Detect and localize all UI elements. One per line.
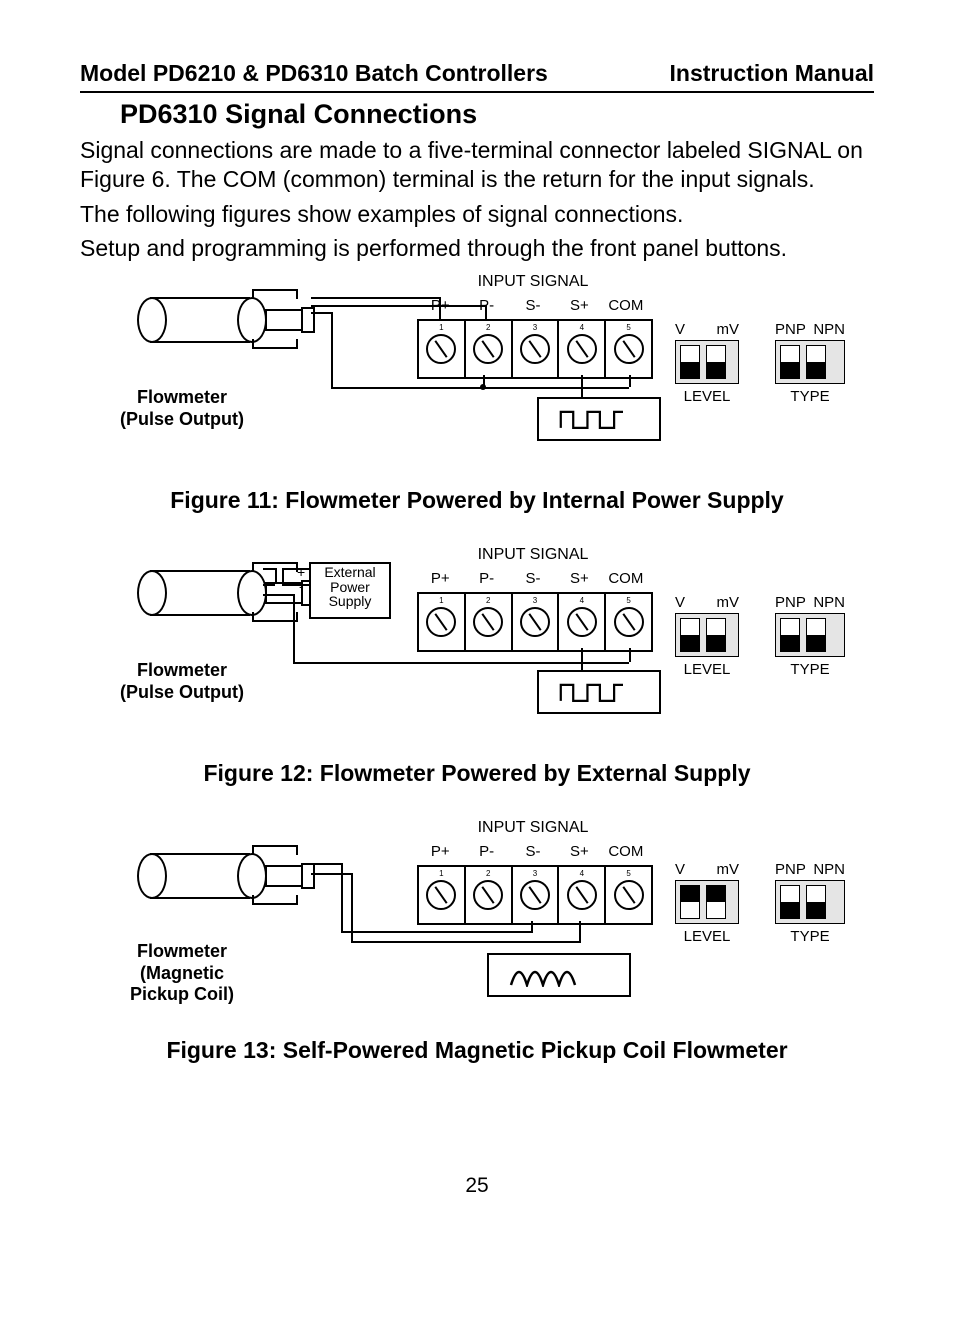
input-signal-title: INPUT SIGNAL [417,546,649,564]
terminal-block: 1 2 3 4 5 [417,592,653,652]
header-right: Instruction Manual [670,60,874,87]
level-switch: V mV LEVEL [675,594,739,678]
terminal-pin-labels: P+ P- S- S+ COM [417,570,649,587]
level-switch: V mV LEVEL [675,861,739,945]
page-number: 25 [80,1174,874,1198]
paragraph-1: Signal connections are made to a five-te… [80,136,874,194]
figure-13-diagram: Flowmeter (Magnetic Pickup Coil) INPUT S… [87,823,867,1023]
terminal-block: 1 2 3 4 5 [417,319,653,379]
section-title: PD6310 Signal Connections [120,99,874,130]
type-switch: PNP NPN TYPE [775,321,845,405]
type-switch: PNP NPN TYPE [775,594,845,678]
figure-12-diagram: Flowmeter (Pulse Output) External Power … [87,550,867,740]
terminal-block: 1 2 3 4 5 [417,865,653,925]
flowmeter-label: Flowmeter (Magnetic Pickup Coil) [67,941,297,1006]
figure-11-caption: Figure 11: Flowmeter Powered by Internal… [80,487,874,514]
sine-wave-icon [487,953,631,997]
flowmeter-icon [137,297,307,367]
type-switch: PNP NPN TYPE [775,861,845,945]
figure-13-caption: Figure 13: Self-Powered Magnetic Pickup … [80,1037,874,1064]
flowmeter-icon [137,853,307,923]
header-left: Model PD6210 & PD6310 Batch Controllers [80,60,548,87]
flowmeter-label: Flowmeter (Pulse Output) [67,387,297,430]
paragraph-2: The following figures show examples of s… [80,200,874,229]
external-supply-box: External Power Supply [309,562,391,619]
figure-11-diagram: Flowmeter (Pulse Output) INPUT SIGNAL P+… [87,277,867,467]
terminal-pin-labels: P+ P- S- S+ COM [417,843,649,860]
pulse-wave-icon [537,670,661,714]
pulse-wave-icon [537,397,661,441]
paragraph-3: Setup and programming is performed throu… [80,234,874,263]
supply-minus: - [299,578,304,594]
input-signal-title: INPUT SIGNAL [417,273,649,291]
input-signal-title: INPUT SIGNAL [417,819,649,837]
level-switch: V mV LEVEL [675,321,739,405]
figure-12-caption: Figure 12: Flowmeter Powered by External… [80,760,874,787]
flowmeter-label: Flowmeter (Pulse Output) [67,660,297,703]
